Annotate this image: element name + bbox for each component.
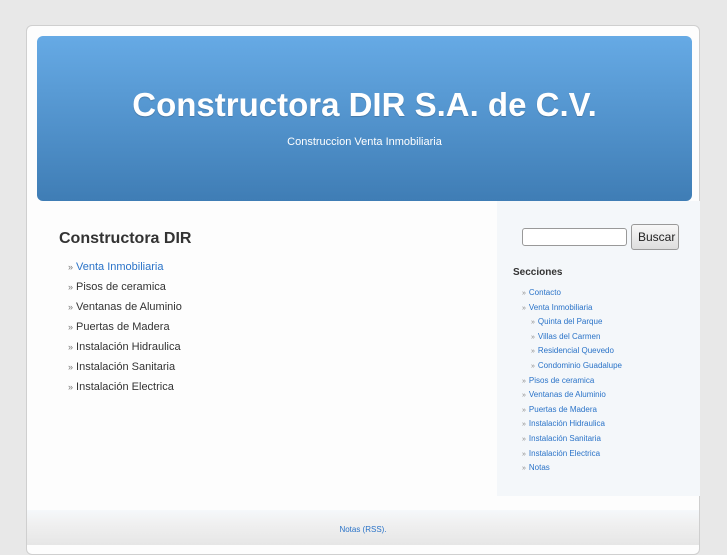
menu-item[interactable]: » Quinta del Parque — [522, 316, 622, 331]
page-title: Constructora DIR — [59, 230, 192, 247]
menu-item[interactable]: » Venta Inmobiliaria — [68, 260, 191, 280]
menu-item[interactable]: » Instalación Hidraulica — [68, 340, 191, 360]
bullet-icon: » — [68, 362, 74, 372]
bullet-icon: » — [522, 290, 526, 297]
bullet-icon: » — [522, 421, 526, 429]
menu-item[interactable]: » Condominio Guadalupe — [522, 360, 622, 375]
menu-item[interactable]: » Notas — [522, 462, 622, 477]
bullet-icon: » — [531, 348, 535, 356]
bullet-icon: » — [531, 319, 535, 327]
menu-item-label: Contacto — [528, 288, 561, 297]
menu-item-label: Instalación Sanitaria — [76, 361, 176, 373]
menu-item-label: Venta Inmobiliaria — [528, 302, 593, 312]
menu-item[interactable]: » Pisos de ceramica — [522, 375, 622, 390]
search-button[interactable]: Buscar — [631, 224, 679, 250]
menu-item-label: Ventanas de Aluminio — [528, 390, 606, 400]
menu-item[interactable]: » Villas del Carmen — [522, 331, 622, 346]
sections-menu: » Contacto» Venta Inmobiliaria» Quinta del … — [522, 287, 622, 477]
site-header: Constructora DIR S.A. de C.V. Construcci… — [37, 36, 692, 201]
menu-item-label: Instalación Sanitaria — [528, 433, 601, 443]
menu-item-label: Condominio Guadalupe — [537, 360, 622, 370]
menu-item-label: Ventanas de Aluminio — [76, 301, 182, 313]
bullet-icon: » — [522, 465, 526, 473]
bullet-icon: » — [531, 333, 535, 341]
menu-item-label: Residencial Quevedo — [537, 346, 614, 356]
sections-heading: Secciones — [513, 267, 563, 278]
bullet-icon: » — [522, 450, 526, 458]
site-title[interactable]: Constructora DIR S.A. de C.V. — [37, 86, 692, 124]
bullet-icon: » — [522, 304, 526, 312]
menu-item[interactable]: » Residencial Quevedo — [522, 345, 622, 360]
menu-item-label: Puertas de Madera — [528, 404, 597, 414]
menu-item[interactable]: » Pisos de ceramica — [68, 280, 191, 300]
bullet-icon: » — [522, 377, 526, 385]
bullet-icon: » — [68, 382, 74, 392]
main-content: Constructora DIR » Venta Inmobiliaria» Pis… — [59, 230, 191, 400]
search-input[interactable] — [522, 228, 627, 246]
menu-item[interactable]: » Ventanas de Aluminio — [68, 300, 191, 320]
main-menu: » Venta Inmobiliaria» Pisos de ceramica» Ve… — [68, 260, 191, 400]
footer: Notas (RSS). — [27, 510, 699, 545]
menu-item[interactable]: » Puertas de Madera — [522, 404, 622, 419]
rss-link[interactable]: Notas (RSS). — [339, 525, 386, 534]
bullet-icon: » — [522, 406, 526, 414]
menu-item[interactable]: » Instalación Electrica — [68, 380, 191, 400]
menu-item[interactable]: » Venta Inmobiliaria — [522, 302, 622, 317]
menu-item-label: Venta Inmobiliaria — [76, 261, 164, 273]
search-form: Buscar — [522, 224, 679, 250]
menu-item-label: Quinta del Parque — [537, 317, 603, 327]
bullet-icon: » — [68, 282, 74, 292]
menu-item[interactable]: » Puertas de Madera — [68, 320, 191, 340]
menu-item[interactable]: » Instalación Sanitaria — [522, 433, 622, 448]
menu-item[interactable]: » Contacto — [522, 287, 622, 302]
site-tagline: Construccion Venta Inmobiliaria — [287, 136, 442, 148]
bullet-icon: » — [68, 322, 74, 332]
menu-item-label: Instalación Electrica — [528, 448, 601, 458]
bullet-icon: » — [522, 435, 526, 443]
bullet-icon: » — [522, 392, 526, 400]
menu-item-label: Notas — [528, 463, 550, 473]
bullet-icon: » — [68, 262, 74, 272]
menu-item-label: Instalación Electrica — [76, 381, 174, 393]
menu-item-label: Puertas de Madera — [76, 321, 170, 333]
bullet-icon: » — [531, 362, 535, 370]
menu-item-label: Instalación Hidraulica — [528, 419, 605, 429]
menu-item-label: Pisos de ceramica — [76, 281, 166, 293]
menu-item-label: Villas del Carmen — [537, 331, 601, 341]
bullet-icon: » — [68, 342, 74, 352]
menu-item[interactable]: » Ventanas de Aluminio — [522, 389, 622, 404]
page-container: Constructora DIR S.A. de C.V. Construcci… — [26, 25, 700, 555]
menu-item[interactable]: » Instalación Hidraulica — [522, 418, 622, 433]
menu-item[interactable]: » Instalación Electrica — [522, 448, 622, 463]
bullet-icon: » — [68, 302, 74, 312]
menu-item-label: Instalación Hidraulica — [76, 341, 181, 353]
sidebar: Buscar Secciones » Contacto» Venta Inmobil… — [497, 201, 700, 496]
menu-item[interactable]: » Instalación Sanitaria — [68, 360, 191, 380]
menu-item-label: Pisos de ceramica — [528, 375, 595, 385]
